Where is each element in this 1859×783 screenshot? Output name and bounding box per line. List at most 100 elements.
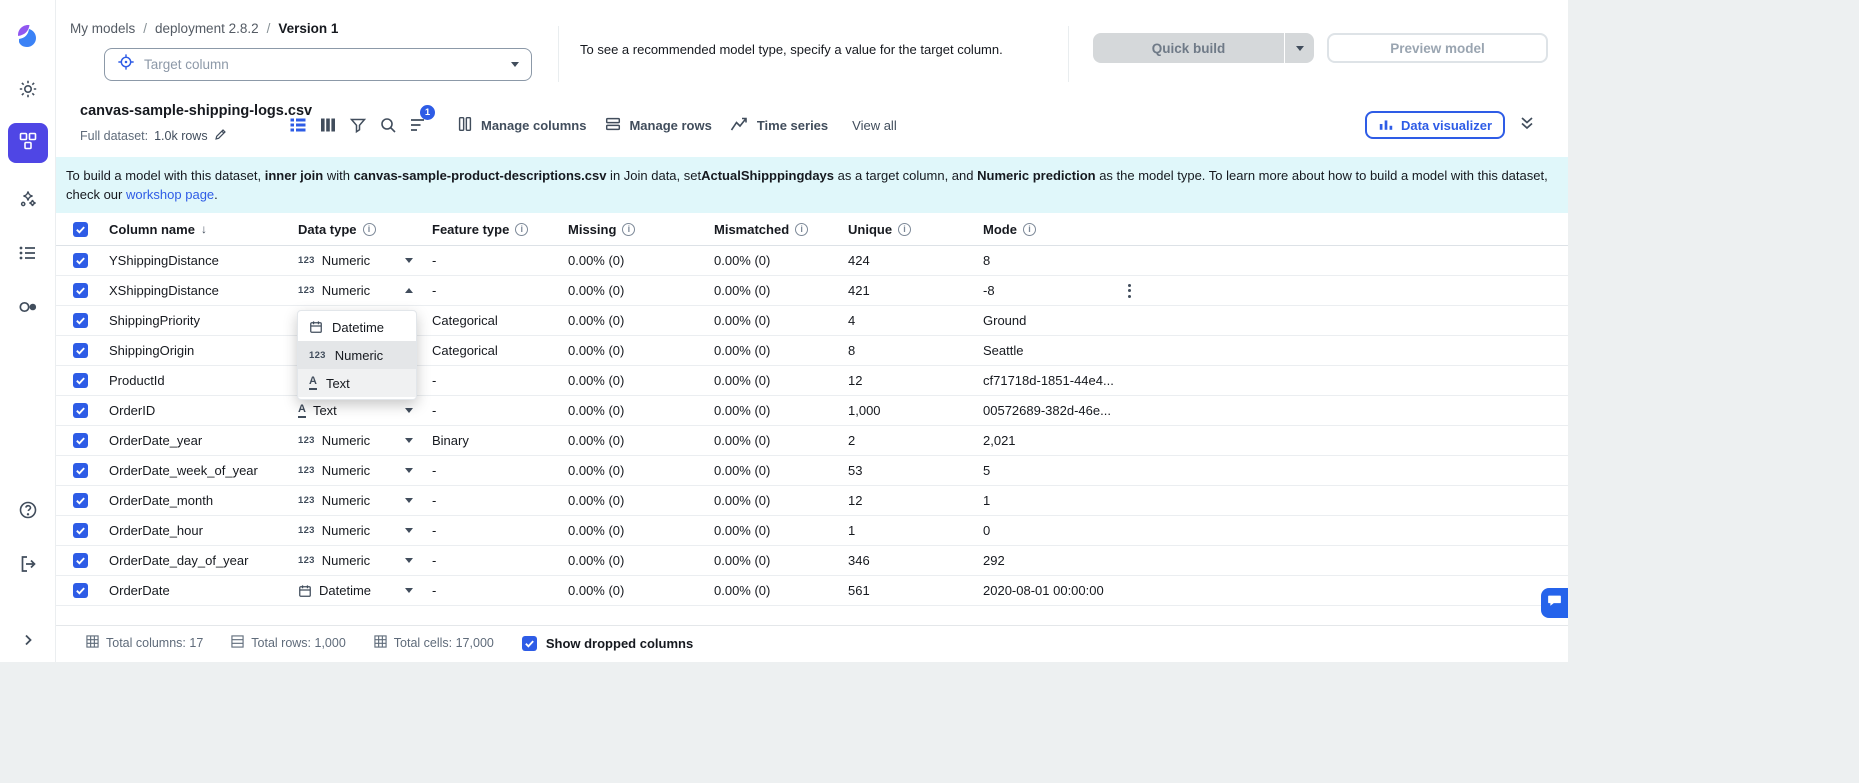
info-icon[interactable]: i	[795, 223, 808, 236]
row-checkbox[interactable]	[73, 283, 88, 298]
datasets-list-icon[interactable]	[8, 233, 48, 273]
data-visualizer-button[interactable]: Data visualizer	[1365, 111, 1505, 139]
missing-cell: 0.00% (0)	[568, 373, 714, 388]
data-type-select[interactable]: 123Numeric	[298, 433, 413, 448]
data-type-select[interactable]: 123Numeric	[298, 523, 413, 538]
collapse-double-chevron-icon[interactable]	[1519, 115, 1535, 136]
type-option-numeric[interactable]: 123Numeric	[298, 341, 416, 369]
table-row: YShippingDistance123Numeric-0.00% (0)0.0…	[56, 246, 1568, 276]
info-icon[interactable]: i	[363, 223, 376, 236]
mismatched-cell: 0.00% (0)	[714, 403, 848, 418]
mismatched-cell: 0.00% (0)	[714, 553, 848, 568]
row-checkbox[interactable]	[73, 373, 88, 388]
quick-build-button[interactable]: Quick build	[1093, 33, 1284, 63]
row-checkbox[interactable]	[73, 523, 88, 538]
table-header: Column name↓ Data typei Feature typei Mi…	[56, 213, 1568, 246]
filter-count-badge: 1	[420, 105, 435, 120]
row-checkbox[interactable]	[73, 463, 88, 478]
data-type-select[interactable]: 123Numeric	[298, 253, 413, 268]
missing-cell: 0.00% (0)	[568, 313, 714, 328]
settings-gear-icon[interactable]	[8, 69, 48, 109]
bar-chart-icon	[1378, 116, 1394, 135]
feature-type-cell: -	[432, 403, 568, 418]
grid-view-icon[interactable]	[318, 111, 338, 139]
info-icon[interactable]: i	[515, 223, 528, 236]
row-checkbox[interactable]	[73, 553, 88, 568]
table-row: ShippingPriorityCategorical0.00% (0)0.00…	[56, 306, 1568, 336]
type-option-datetime[interactable]: Datetime	[298, 313, 416, 341]
chat-bubble-button[interactable]	[1541, 588, 1568, 618]
data-type-select[interactable]: 123Numeric	[298, 283, 413, 298]
row-checkbox[interactable]	[73, 433, 88, 448]
show-dropped-checkbox[interactable]	[522, 636, 537, 651]
view-all-link[interactable]: View all	[852, 118, 897, 133]
unique-cell: 53	[848, 463, 983, 478]
manage-columns-button[interactable]: Manage columns	[456, 115, 586, 136]
chevron-up-icon	[405, 288, 413, 293]
table-row: OrderDate_year123NumericBinary0.00% (0)0…	[56, 426, 1568, 456]
list-view-icon[interactable]	[288, 111, 308, 139]
row-checkbox[interactable]	[73, 493, 88, 508]
numeric-type-icon: 123	[298, 465, 315, 476]
column-name-cell: YShippingDistance	[109, 253, 298, 268]
info-icon[interactable]: i	[898, 223, 911, 236]
mismatched-cell: 0.00% (0)	[714, 373, 848, 388]
manage-rows-button[interactable]: Manage rows	[604, 115, 711, 136]
breadcrumb-my-models[interactable]: My models	[70, 21, 135, 36]
data-type-select[interactable]: 123Numeric	[298, 553, 413, 568]
chevron-down-icon	[1296, 46, 1304, 51]
breadcrumb-deployment[interactable]: deployment 2.8.2	[155, 21, 259, 36]
expand-sidebar-icon[interactable]	[8, 620, 48, 660]
filter-funnel-icon[interactable]	[348, 111, 368, 139]
ready-to-use-models-icon[interactable]	[8, 179, 48, 219]
unique-cell: 12	[848, 373, 983, 388]
info-icon[interactable]: i	[1023, 223, 1036, 236]
row-checkbox[interactable]	[73, 253, 88, 268]
grid-icon	[374, 635, 387, 651]
mismatched-cell: 0.00% (0)	[714, 283, 848, 298]
row-checkbox[interactable]	[73, 583, 88, 598]
row-checkbox[interactable]	[73, 343, 88, 358]
row-checkbox[interactable]	[73, 313, 88, 328]
column-name-cell: OrderDate_month	[109, 493, 298, 508]
rows-icon	[231, 635, 244, 651]
logout-icon[interactable]	[8, 544, 48, 584]
quick-build-dropdown-arrow[interactable]	[1285, 33, 1314, 63]
help-icon[interactable]	[8, 490, 48, 530]
calendar-icon	[298, 584, 312, 598]
sort-filter-icon[interactable]: 1	[408, 111, 428, 139]
banner-text: To build a model with this dataset, inne…	[66, 168, 1548, 202]
data-type-select[interactable]: Datetime	[298, 583, 413, 598]
sidebar	[0, 0, 56, 662]
model-compare-icon[interactable]	[8, 287, 48, 327]
full-dataset-label: Full dataset:	[80, 129, 148, 143]
quick-build-split-button: Quick build	[1093, 33, 1314, 63]
target-column-select[interactable]: Target column	[104, 48, 532, 81]
edit-pencil-icon[interactable]	[214, 128, 227, 144]
column-name-cell: OrderDate_year	[109, 433, 298, 448]
data-type-select[interactable]: 123Numeric	[298, 463, 413, 478]
row-actions-kebab-icon[interactable]	[1124, 280, 1135, 302]
sidebar-item-my-models[interactable]	[8, 123, 48, 163]
unique-cell: 12	[848, 493, 983, 508]
search-icon[interactable]	[378, 111, 398, 139]
info-icon[interactable]: i	[622, 223, 635, 236]
numeric-type-icon: 123	[298, 285, 315, 296]
select-all-checkbox[interactable]	[73, 222, 88, 237]
header-column-name[interactable]: Column name↓	[109, 222, 298, 237]
feature-type-cell: Binary	[432, 433, 568, 448]
rows-count-link[interactable]: 1.0k rows	[154, 129, 208, 143]
preview-model-button[interactable]: Preview model	[1327, 33, 1548, 63]
row-checkbox[interactable]	[73, 403, 88, 418]
workshop-page-link[interactable]: workshop page	[126, 187, 214, 202]
type-option-text[interactable]: AText	[298, 369, 416, 397]
top-header: My models / deployment 2.8.2 / Version 1…	[56, 0, 1568, 97]
chevron-down-icon	[405, 258, 413, 263]
data-type-select[interactable]: 123Numeric	[298, 493, 413, 508]
data-type-select[interactable]: AText	[298, 403, 413, 418]
sagemaker-canvas-logo	[8, 15, 48, 55]
unique-cell: 346	[848, 553, 983, 568]
time-series-button[interactable]: Time series	[730, 115, 828, 136]
mismatched-cell: 0.00% (0)	[714, 493, 848, 508]
chevron-down-icon	[405, 528, 413, 533]
